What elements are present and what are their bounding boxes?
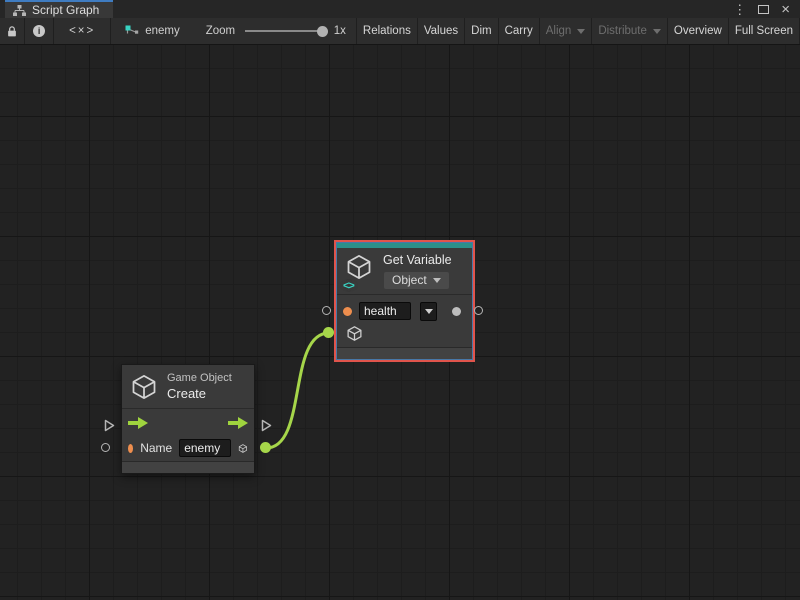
zoom-label: Zoom: [206, 18, 235, 44]
node-get-variable[interactable]: <> Get Variable Object: [334, 240, 475, 362]
code-brackets-icon: <>: [343, 280, 354, 292]
node-title: Create: [167, 386, 232, 401]
graph-breadcrumb-icon: [125, 25, 139, 37]
graph-toolbar: i <×> enemy Zoom 1x Relations Values Dim…: [0, 18, 800, 45]
align-button[interactable]: Align: [540, 18, 593, 44]
chevron-down-icon: [653, 29, 661, 34]
variable-name-port-dot[interactable]: [343, 307, 352, 316]
values-button[interactable]: Values: [418, 18, 465, 44]
name-input-port-dot[interactable]: [128, 444, 133, 453]
variable-name-input-port[interactable]: [322, 306, 331, 315]
game-object-output-port-connected[interactable]: [260, 442, 271, 453]
node-footer[interactable]: [337, 347, 472, 359]
distribute-button[interactable]: Distribute: [592, 18, 668, 44]
chevron-down-icon: [425, 309, 433, 314]
game-object-output-port-icon[interactable]: [238, 440, 248, 457]
variable-scope-dropdown[interactable]: Object: [383, 271, 450, 290]
zoom-slider-track: [245, 30, 326, 32]
graph-canvas[interactable]: Game Object Create Name: [0, 45, 800, 600]
zoom-slider-handle[interactable]: [317, 26, 328, 37]
variable-name-input[interactable]: [359, 302, 411, 320]
zoom-slider[interactable]: [245, 18, 326, 44]
control-input-port[interactable]: [104, 419, 115, 432]
node-category: Game Object: [167, 372, 232, 384]
relations-button[interactable]: Relations: [356, 18, 418, 44]
node-selection-border: <> Get Variable Object: [336, 242, 473, 360]
window-maximize-icon[interactable]: [758, 5, 769, 14]
value-output-port[interactable]: [474, 306, 483, 315]
node-title: Get Variable: [383, 253, 452, 267]
info-button[interactable]: i: [25, 18, 54, 44]
window-close-icon[interactable]: ×: [781, 2, 790, 17]
node-header: Game Object Create: [122, 365, 254, 409]
zoom-value: 1x: [334, 18, 346, 44]
name-input-port[interactable]: [101, 443, 110, 452]
control-output-arrow-icon[interactable]: [228, 417, 248, 429]
control-output-port[interactable]: [261, 419, 272, 432]
breadcrumb-label: enemy: [145, 25, 180, 37]
node-create-game-object[interactable]: Game Object Create Name: [121, 364, 255, 474]
variable-picker-dropdown[interactable]: [420, 302, 437, 321]
graph-tab-icon: [13, 5, 26, 16]
carry-button[interactable]: Carry: [499, 18, 540, 44]
name-port-label: Name: [140, 441, 172, 455]
value-output-port-dot[interactable]: [452, 307, 461, 316]
dim-button[interactable]: Dim: [465, 18, 498, 44]
lock-icon: [6, 25, 18, 38]
chevron-down-icon: [433, 278, 441, 283]
control-input-arrow-icon[interactable]: [128, 417, 148, 429]
breadcrumb-graph[interactable]: enemy: [125, 18, 180, 44]
name-value-input[interactable]: [179, 439, 231, 457]
node-header: <> Get Variable Object: [337, 248, 472, 294]
tab-bar: Script Graph ⋮ ×: [0, 0, 800, 18]
window-menu-icon[interactable]: ⋮: [733, 3, 746, 16]
variable-cube-icon: [345, 253, 373, 281]
full-screen-button[interactable]: Full Screen: [729, 18, 800, 44]
node-footer[interactable]: [122, 461, 254, 473]
tab-title: Script Graph: [32, 3, 99, 17]
object-input-port-connected[interactable]: [323, 327, 334, 338]
tab-script-graph[interactable]: Script Graph: [5, 0, 113, 18]
lock-button[interactable]: [0, 18, 25, 44]
edit-source-button[interactable]: <×>: [54, 18, 111, 44]
object-input-port-icon[interactable]: [346, 325, 363, 342]
game-object-cube-icon: [130, 373, 158, 401]
info-icon: i: [33, 25, 45, 37]
overview-button[interactable]: Overview: [668, 18, 729, 44]
chevron-down-icon: [577, 29, 585, 34]
